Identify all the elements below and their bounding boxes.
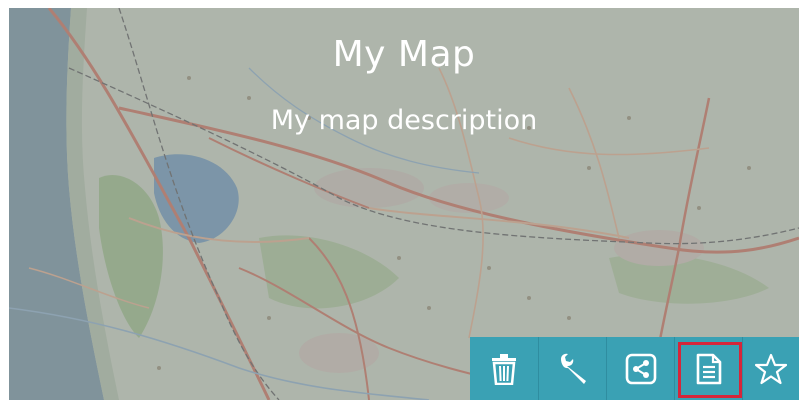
document-icon bbox=[696, 353, 721, 384]
map-viewer: My Map My map description bbox=[0, 0, 799, 400]
trash-icon bbox=[492, 353, 516, 385]
map-title: My Map bbox=[332, 34, 476, 75]
map-action-toolbar bbox=[470, 337, 799, 400]
wrench-icon bbox=[560, 353, 586, 384]
share-button[interactable] bbox=[607, 337, 675, 400]
delete-button[interactable] bbox=[470, 337, 539, 400]
details-button[interactable] bbox=[675, 337, 743, 400]
share-icon bbox=[625, 353, 656, 384]
map-description: My map description bbox=[270, 105, 538, 136]
star-outline-icon bbox=[755, 353, 787, 384]
favorite-button[interactable] bbox=[743, 337, 799, 400]
settings-button[interactable] bbox=[539, 337, 607, 400]
